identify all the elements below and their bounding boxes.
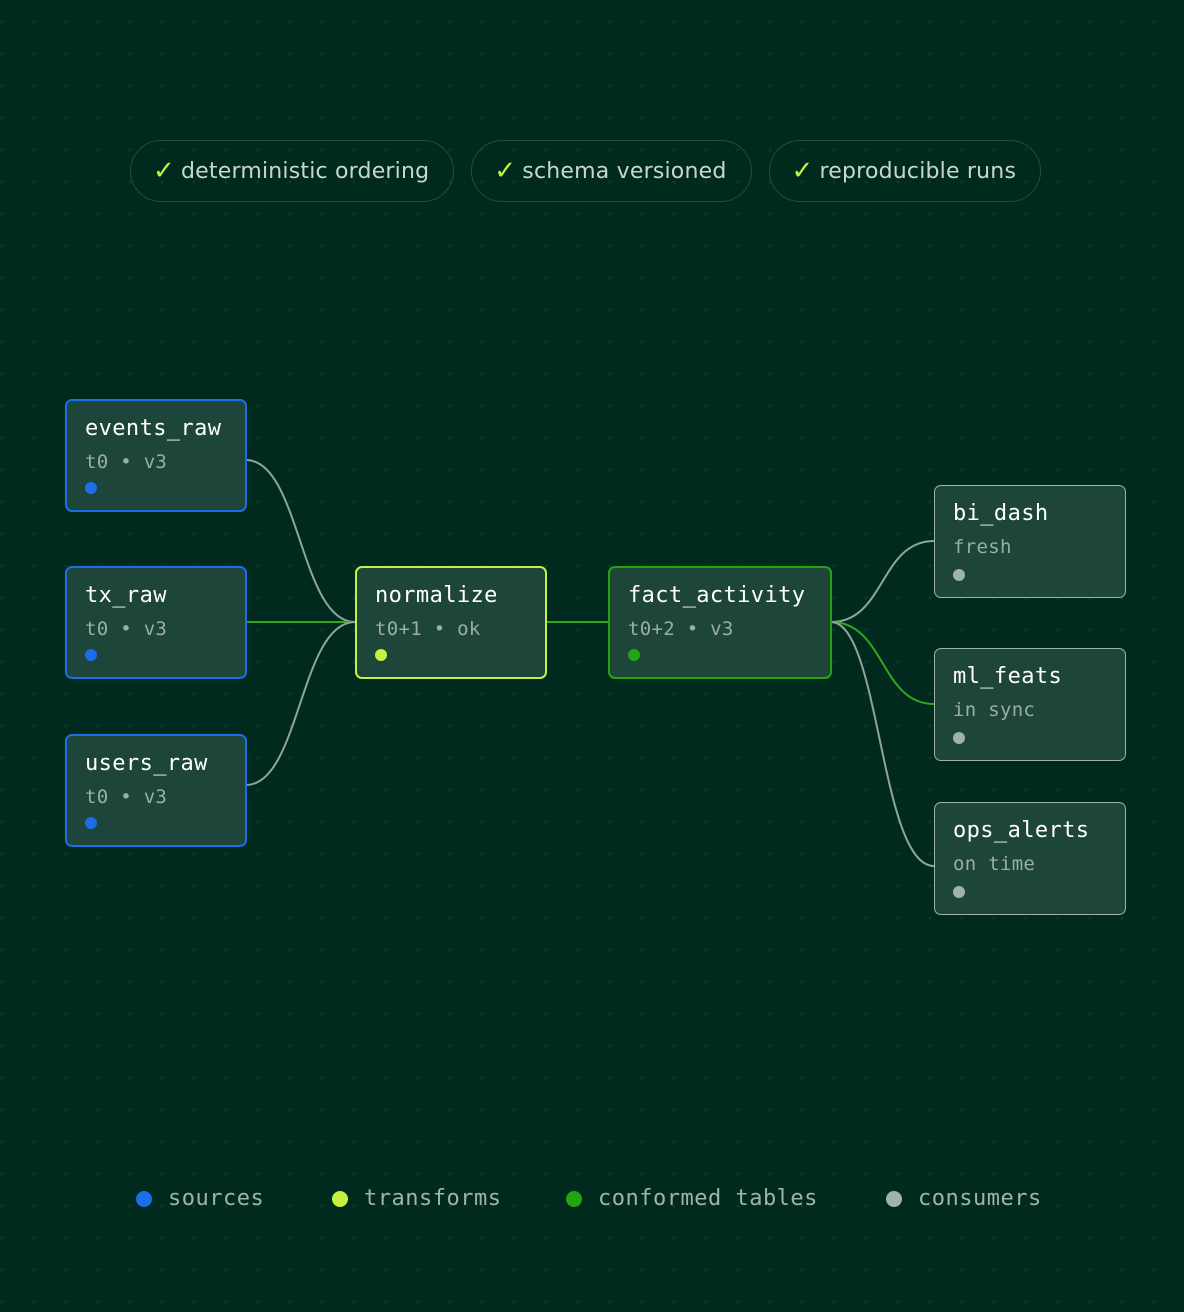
legend-dot bbox=[886, 1190, 902, 1207]
node-title: normalize bbox=[375, 583, 498, 608]
legend-item-conformed-tables: conformed tables bbox=[566, 1186, 818, 1211]
node-meta: t0+1 • ok bbox=[375, 618, 481, 640]
node-title: ml_feats bbox=[953, 664, 1063, 689]
node-title: ops_alerts bbox=[953, 818, 1090, 843]
edge-events_raw-normalize bbox=[245, 459, 356, 623]
status-dot bbox=[85, 482, 97, 494]
node-title: events_raw bbox=[85, 416, 222, 441]
legend-label: conformed tables bbox=[598, 1186, 818, 1211]
status-dot bbox=[953, 569, 965, 581]
edge-fact_activity-ops_alerts bbox=[830, 621, 935, 867]
node-meta: t0 • v3 bbox=[85, 451, 168, 473]
node-meta: fresh bbox=[953, 536, 1012, 558]
node-ops-alerts[interactable]: ops_alerts on time bbox=[934, 802, 1126, 915]
node-title: users_raw bbox=[85, 751, 208, 776]
node-users-raw[interactable]: users_raw t0 • v3 bbox=[65, 734, 247, 847]
legend-item-consumers: consumers bbox=[886, 1186, 1042, 1211]
node-meta: t0 • v3 bbox=[85, 618, 168, 640]
status-dot bbox=[375, 649, 387, 661]
status-dot bbox=[85, 649, 97, 661]
legend-label: transforms bbox=[364, 1186, 502, 1211]
status-dot bbox=[628, 649, 640, 661]
node-title: tx_raw bbox=[85, 583, 167, 608]
node-meta: t0 • v3 bbox=[85, 786, 168, 808]
node-meta: on time bbox=[953, 853, 1036, 875]
legend-item-transforms: transforms bbox=[332, 1186, 501, 1211]
node-ml-feats[interactable]: ml_feats in sync bbox=[934, 648, 1126, 761]
legend: sources transforms conformed tables cons… bbox=[0, 1186, 1184, 1216]
edge-fact_activity-bi_dash bbox=[830, 540, 935, 623]
node-title: fact_activity bbox=[628, 583, 806, 608]
node-meta: in sync bbox=[953, 699, 1036, 721]
edge-users_raw-normalize bbox=[245, 621, 356, 786]
edge-fact_activity-ml_feats bbox=[830, 621, 935, 705]
legend-dot bbox=[566, 1190, 582, 1207]
status-dot bbox=[953, 732, 965, 744]
node-tx-raw[interactable]: tx_raw t0 • v3 bbox=[65, 566, 247, 679]
node-normalize[interactable]: normalize t0+1 • ok bbox=[355, 566, 547, 679]
node-fact-activity[interactable]: fact_activity t0+2 • v3 bbox=[608, 566, 832, 679]
legend-dot bbox=[136, 1190, 152, 1207]
node-bi-dash[interactable]: bi_dash fresh bbox=[934, 485, 1126, 598]
status-dot bbox=[953, 886, 965, 898]
status-dot bbox=[85, 817, 97, 829]
legend-dot bbox=[332, 1190, 348, 1207]
node-meta: t0+2 • v3 bbox=[628, 618, 734, 640]
legend-label: consumers bbox=[918, 1186, 1042, 1211]
node-title: bi_dash bbox=[953, 501, 1049, 526]
legend-label: sources bbox=[168, 1186, 265, 1211]
legend-item-sources: sources bbox=[136, 1186, 264, 1211]
node-events-raw[interactable]: events_raw t0 • v3 bbox=[65, 399, 247, 512]
